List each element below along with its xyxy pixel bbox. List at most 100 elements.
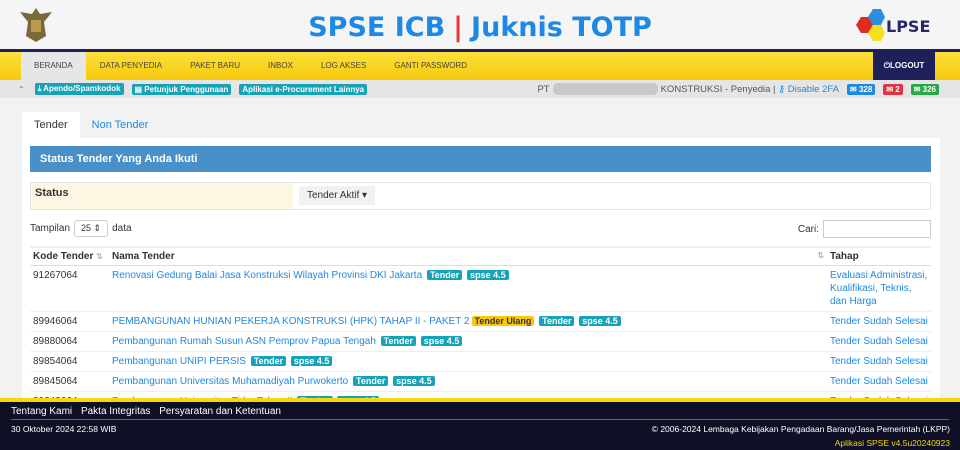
main-nav: BERANDA DATA PENYEDIA PAKET BARU INBOX L… bbox=[0, 52, 960, 80]
apendo-label: Apendo/Spamkodok bbox=[43, 84, 121, 93]
tab-tender[interactable]: Tender bbox=[22, 112, 80, 138]
version-badge: spse 4.5 bbox=[467, 269, 509, 280]
aplikasi-lainnya-button[interactable]: Aplikasi e-Procurement Lainnya bbox=[239, 83, 368, 95]
tender-link[interactable]: PEMBANGUNAN HUNIAN PEKERJA KONSTRUKSI (H… bbox=[112, 316, 470, 327]
footer-link-pakta[interactable]: Pakta Integritas bbox=[81, 406, 150, 417]
col-tahap[interactable]: Tahap bbox=[827, 246, 931, 266]
apendo-button[interactable]: ⤓ Apendo/Spamkodok bbox=[34, 83, 124, 95]
tender-link[interactable]: Pembangunan Universitas Muhamadiyah Purw… bbox=[112, 376, 348, 387]
tender-link[interactable]: Renovasi Gedung Balai Jasa Konstruksi Wi… bbox=[112, 270, 422, 281]
tahap-cell: Evaluasi Administrasi, Kualifikasi, Tekn… bbox=[827, 265, 931, 312]
user-prefix: PT bbox=[537, 83, 550, 95]
tahap-cell: Tender Sudah Selesai bbox=[827, 331, 931, 352]
nav-beranda[interactable]: BERANDA bbox=[21, 52, 86, 80]
title-right: Juknis TOTP bbox=[471, 12, 652, 43]
table-row: 89845064 Pembangunan Universitas Muhamad… bbox=[30, 371, 931, 392]
tahap-cell: Tender Sudah Selesai bbox=[827, 311, 931, 332]
nav-inbox[interactable]: INBOX bbox=[254, 52, 307, 80]
status-label: Status bbox=[31, 183, 293, 209]
kode-tender: 89854064 bbox=[30, 351, 109, 372]
footer-link-persyaratan[interactable]: Persyaratan dan Ketentuan bbox=[159, 406, 281, 417]
kode-tender: 89845064 bbox=[30, 371, 109, 392]
nav-log-akses[interactable]: LOG AKSES bbox=[307, 52, 380, 80]
sort-icon: ⇅ bbox=[817, 250, 824, 260]
tahap-cell: Tender Sudah Selesai bbox=[827, 351, 931, 372]
lpse-logo: LPSE bbox=[856, 9, 930, 41]
tahap-link[interactable]: Tender Sudah Selesai bbox=[830, 376, 928, 387]
nama-tender-cell: PEMBANGUNAN HUNIAN PEKERJA KONSTRUKSI (H… bbox=[109, 311, 827, 332]
footer-divider bbox=[11, 419, 949, 420]
tender-panel: Status Tender Yang Anda Ikuti Status Ten… bbox=[22, 138, 940, 412]
page-length-select[interactable]: 25 ⇕ bbox=[74, 220, 109, 237]
sub-bar: ⌃ ⤓ Apendo/Spamkodok ▤ Petunjuk Pengguna… bbox=[0, 80, 960, 98]
footer-link-tentang[interactable]: Tentang Kami bbox=[11, 406, 72, 417]
footer-datetime: 30 Oktober 2024 22:58 WIB bbox=[11, 424, 117, 434]
user-info: PT KONSTRUKSI - Penyedia | ⚷ Disable 2FA … bbox=[537, 83, 939, 95]
footer: Tentang Kami Pakta Integritas Persyarata… bbox=[0, 398, 960, 450]
tender-link[interactable]: Pembangunan Rumah Susun ASN Pemprov Papu… bbox=[112, 336, 376, 347]
tahap-link[interactable]: Tender Sudah Selesai bbox=[830, 316, 928, 327]
inbox-count[interactable]: ✉ 328 bbox=[847, 83, 876, 95]
version-badge: spse 4.5 bbox=[290, 355, 333, 366]
search-box: Cari: bbox=[798, 220, 931, 238]
tahap-link[interactable]: Evaluasi Administrasi, Kualifikasi, Tekn… bbox=[830, 270, 927, 307]
redacted-name bbox=[552, 83, 658, 95]
table-row: 89946064 PEMBANGUNAN HUNIAN PEKERJA KONS… bbox=[30, 311, 931, 332]
tender-link[interactable]: Pembangunan UNIPI PERSIS bbox=[112, 356, 246, 367]
nama-tender-cell: Pembangunan UNIPI PERSIS Tender spse 4.5 bbox=[109, 351, 827, 372]
col-nama-label: Nama Tender bbox=[112, 250, 175, 262]
svg-text:LPSE: LPSE bbox=[886, 17, 930, 36]
tahap-cell: Tender Sudah Selesai bbox=[827, 371, 931, 392]
version-badge: spse 4.5 bbox=[393, 375, 435, 386]
table-row: 89854064 Pembangunan UNIPI PERSIS Tender… bbox=[30, 351, 931, 372]
tender-table: Kode Tender ⇅ Nama Tender ⇅ Tahap 9126706… bbox=[30, 246, 931, 412]
tahap-link[interactable]: Tender Sudah Selesai bbox=[830, 356, 928, 367]
table-row: 89880064 Pembangunan Rumah Susun ASN Pem… bbox=[30, 331, 931, 352]
page-length: Tampilan 25 ⇕ data bbox=[30, 220, 132, 237]
read-count[interactable]: ✉ 326 bbox=[910, 83, 939, 95]
search-input[interactable] bbox=[823, 220, 931, 238]
footer-version: Aplikasi SPSE v4.5u20240923 bbox=[834, 438, 950, 448]
sort-icon: ⇅ bbox=[96, 251, 103, 261]
tahap-link[interactable]: Tender Sudah Selesai bbox=[830, 336, 928, 347]
aplikasi-label: Aplikasi e-Procurement Lainnya bbox=[242, 84, 365, 94]
col-kode-label: Kode Tender bbox=[33, 250, 94, 262]
petunjuk-button[interactable]: ▤ Petunjuk Penggunaan bbox=[131, 83, 232, 95]
unread-count[interactable]: ✉ 2 bbox=[883, 83, 903, 95]
tender-badge: Tender bbox=[426, 269, 463, 280]
nav-ganti-password[interactable]: GANTI PASSWORD bbox=[380, 52, 481, 80]
version-badge: spse 4.5 bbox=[420, 335, 463, 346]
tender-badge: Tender bbox=[250, 355, 287, 366]
inbox-count-value: 328 bbox=[858, 84, 873, 94]
nama-tender-cell: Renovasi Gedung Balai Jasa Konstruksi Wi… bbox=[109, 265, 827, 312]
tab-non-tender[interactable]: Non Tender bbox=[80, 112, 161, 138]
tender-badge: Tender bbox=[539, 315, 575, 326]
nav-paket-baru[interactable]: PAKET BARU bbox=[176, 52, 254, 80]
tender-ulang-badge: Tender Ulang bbox=[471, 315, 535, 326]
user-role: KONSTRUKSI - Penyedia | bbox=[660, 83, 776, 95]
status-value: Tender Aktif bbox=[307, 190, 360, 201]
col-nama[interactable]: Nama Tender ⇅ bbox=[109, 246, 827, 266]
logout-label: LOGOUT bbox=[890, 61, 925, 70]
app-title: SPSE ICB | Juknis TOTP bbox=[0, 12, 960, 43]
col-kode[interactable]: Kode Tender ⇅ bbox=[30, 246, 109, 266]
title-left: SPSE ICB bbox=[308, 12, 446, 43]
petunjuk-label: Petunjuk Penggunaan bbox=[144, 84, 229, 94]
show-suffix: data bbox=[112, 223, 132, 234]
nav-data-penyedia[interactable]: DATA PENYEDIA bbox=[86, 52, 176, 80]
tabs: Tender Non Tender bbox=[22, 112, 160, 138]
read-count-value: 326 bbox=[922, 84, 936, 94]
nama-tender-cell: Pembangunan Rumah Susun ASN Pemprov Papu… bbox=[109, 331, 827, 352]
show-label: Tampilan bbox=[30, 223, 71, 234]
nama-tender-cell: Pembangunan Universitas Muhamadiyah Purw… bbox=[109, 371, 827, 392]
tender-badge: Tender bbox=[353, 375, 389, 386]
show-value: 25 bbox=[81, 223, 92, 233]
version-badge: spse 4.5 bbox=[579, 315, 621, 326]
caret-down-icon: ▾ bbox=[362, 190, 368, 201]
kode-tender: 89946064 bbox=[30, 311, 109, 332]
disable-2fa-link[interactable]: ⚷ Disable 2FA bbox=[776, 84, 839, 95]
collapse-icon[interactable]: ⌃ bbox=[18, 85, 25, 94]
logout-button[interactable]: ⏻LOGOUT bbox=[873, 52, 935, 80]
tender-badge: Tender bbox=[380, 335, 417, 346]
status-select[interactable]: Tender Aktif ▾ bbox=[299, 186, 376, 205]
